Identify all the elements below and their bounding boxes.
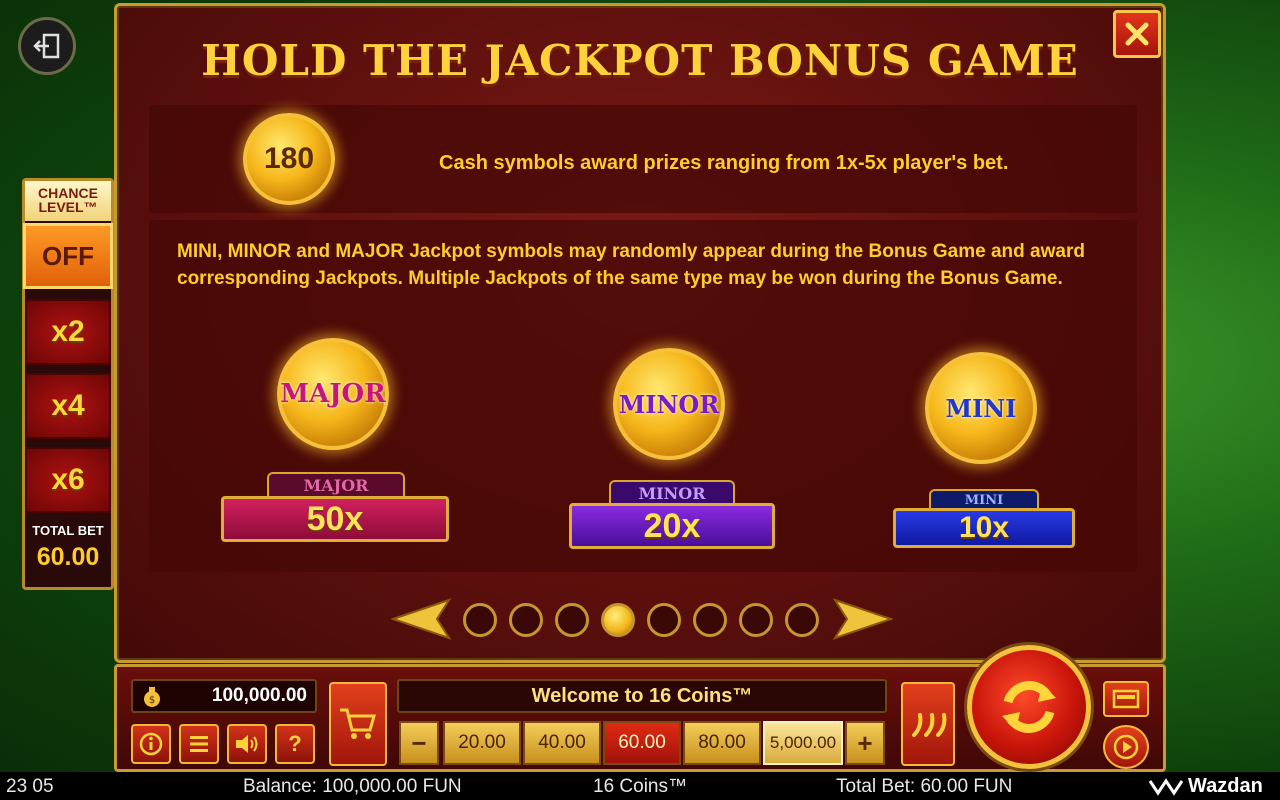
minor-coin-label: MINOR (618, 389, 720, 419)
close-button[interactable] (1113, 10, 1161, 58)
cash-symbol-section: 180 Cash symbols award prizes ranging fr… (149, 105, 1137, 213)
wazdan-logo-icon (1148, 777, 1184, 796)
cash-coin-icon: 180 (243, 113, 335, 205)
next-page-arrow-icon[interactable] (831, 598, 893, 640)
previous-page-arrow-icon[interactable] (391, 598, 453, 640)
bet-selector: − 20.00 40.00 60.00 80.00 5,000.00 + (397, 721, 887, 765)
chance-level-panel: CHANCE LEVEL™ OFF x2 x4 x6 TOTAL BET 60.… (22, 178, 114, 590)
chance-level-title: CHANCE LEVEL™ (25, 181, 111, 221)
bet-option-80[interactable]: 80.00 (683, 721, 761, 765)
status-bar: 23 05 Balance: 100,000.00 FUN 16 Coins™ … (0, 772, 1280, 800)
chance-option-x4[interactable]: x4 (25, 373, 111, 439)
paytable-button[interactable] (1103, 681, 1149, 717)
mini-coin-label: MINI (945, 393, 1017, 423)
major-coin-label: MAJOR (280, 379, 386, 409)
major-coin-icon: MAJOR (277, 338, 389, 450)
mini-value: 10x (893, 508, 1075, 548)
status-balance: Balance: 100,000.00 FUN (243, 776, 462, 797)
status-total-bet: Total Bet: 60.00 FUN (836, 776, 1013, 797)
mini-tag: MINI (929, 489, 1039, 509)
buy-feature-button[interactable] (329, 682, 387, 766)
money-bag-icon: $ (144, 687, 160, 707)
major-value: 50x (221, 496, 449, 542)
cash-description: Cash symbols award prizes ranging from 1… (439, 152, 1009, 174)
bet-option-5000[interactable]: 5,000.00 (763, 721, 843, 765)
total-bet-label: TOTAL BET (32, 523, 104, 538)
speaker-icon (236, 735, 258, 753)
bet-option-40[interactable]: 40.00 (523, 721, 601, 765)
page-dot-3[interactable] (555, 603, 589, 637)
jackpot-section: MINI, MINOR and MAJOR Jackpot symbols ma… (149, 220, 1137, 572)
info-icon (139, 732, 163, 756)
message-display: Welcome to 16 Coins™ (397, 679, 887, 713)
autoplay-icon (1113, 734, 1139, 760)
mini-coin-icon: MINI (925, 352, 1037, 464)
svg-text:$: $ (149, 695, 155, 706)
chance-option-off[interactable]: OFF (23, 223, 113, 289)
bet-option-20[interactable]: 20.00 (443, 721, 521, 765)
chance-option-x6[interactable]: x6 (25, 447, 111, 513)
chance-title-line1: CHANCE (38, 185, 98, 201)
page-dot-8[interactable] (785, 603, 819, 637)
autoplay-button[interactable] (1103, 725, 1149, 769)
spin-arrows-icon (1002, 681, 1056, 733)
total-bet-value: 60.00 (36, 543, 100, 571)
page-dot-2[interactable] (509, 603, 543, 637)
page-dot-1[interactable] (463, 603, 497, 637)
spin-button[interactable] (967, 645, 1091, 769)
sound-button[interactable] (227, 724, 267, 764)
chili-pepper-icon (912, 713, 947, 737)
minor-value: 20x (569, 503, 775, 549)
major-tag: MAJOR (267, 472, 405, 496)
status-game-name: 16 Coins™ (593, 776, 687, 797)
shopping-cart-icon (340, 708, 376, 739)
brand-logo: Wazdan (1148, 775, 1263, 798)
bet-option-60[interactable]: 60.00 (603, 721, 681, 765)
page-dot-4[interactable] (601, 603, 635, 637)
balance-display: $ 100,000.00 (131, 679, 317, 713)
page-title: HOLD THE JACKPOT BONUS GAME (201, 36, 1079, 85)
help-icon: ? (288, 731, 302, 756)
close-icon (1125, 22, 1149, 46)
brand-name: Wazdan (1188, 775, 1263, 797)
chili-feature-button[interactable] (901, 682, 955, 766)
info-button[interactable] (131, 724, 171, 764)
chance-option-x2[interactable]: x2 (25, 299, 111, 365)
chance-title-line2: LEVEL™ (38, 199, 98, 215)
page-dot-7[interactable] (739, 603, 773, 637)
page-dot-6[interactable] (693, 603, 727, 637)
paytable-icon (1112, 689, 1140, 709)
clock: 23 05 (6, 776, 54, 797)
help-button[interactable]: ? (275, 724, 315, 764)
decrease-bet-button[interactable]: − (399, 721, 439, 765)
info-panel: HOLD THE JACKPOT BONUS GAME 180 Cash sym… (114, 3, 1166, 663)
menu-button[interactable] (179, 724, 219, 764)
jackpot-description: MINI, MINOR and MAJOR Jackpot symbols ma… (177, 241, 1085, 289)
page-dot-5[interactable] (647, 603, 681, 637)
minor-coin-icon: MINOR (613, 348, 725, 460)
control-bar: $ 100,000.00 ? Welcome to 16 Coins™ − 20… (114, 645, 1166, 772)
exit-button[interactable] (18, 17, 76, 75)
balance-value: 100,000.00 (211, 685, 307, 706)
exit-icon (33, 33, 60, 59)
increase-bet-button[interactable]: + (845, 721, 885, 765)
menu-icon (190, 736, 208, 752)
minor-tag: MINOR (609, 480, 735, 504)
